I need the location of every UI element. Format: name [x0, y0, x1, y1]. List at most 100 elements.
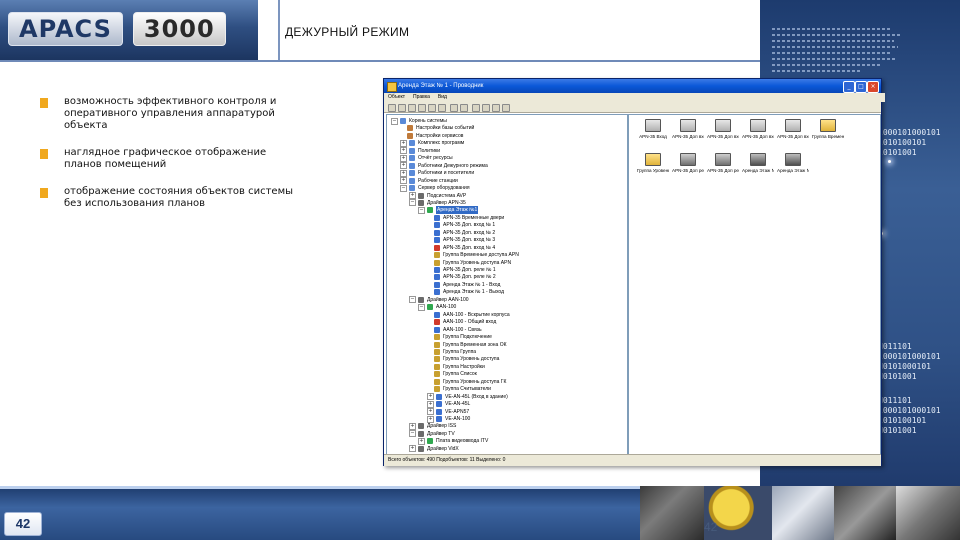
expand-icon[interactable]: +	[427, 393, 434, 401]
object-tile[interactable]: APN-35 Вход	[637, 119, 669, 139]
expand-icon[interactable]: +	[400, 162, 407, 170]
expand-icon[interactable]: +	[427, 415, 434, 423]
toolbar-view-icon[interactable]	[492, 104, 500, 112]
toolbar-find-icon[interactable]	[450, 104, 458, 112]
object-icon	[409, 170, 415, 177]
bullet-marker	[40, 188, 48, 198]
object-tile[interactable]: APN-35 Доп реле №1	[672, 153, 704, 173]
collapse-icon[interactable]: −	[409, 199, 416, 207]
object-icon	[434, 289, 440, 296]
expand-icon[interactable]: +	[400, 169, 407, 177]
binary-text-2: N011101 1000101000101 N0101000101 N01010…	[878, 342, 941, 381]
expand-icon[interactable]: +	[409, 422, 416, 430]
object-icon	[409, 147, 415, 154]
object-icon	[407, 132, 413, 139]
expand-icon[interactable]: +	[400, 154, 407, 162]
collapse-icon[interactable]: −	[418, 303, 425, 311]
object-tile-label: APN-35 Доп вход № 2	[707, 134, 739, 139]
object-icon	[434, 244, 440, 251]
logo-apacs-text: APACS	[8, 12, 123, 46]
object-tile[interactable]: APN-35 Доп вход № 3	[742, 119, 774, 139]
bullet-marker	[40, 149, 48, 159]
status-text: Всего объектов: 490 Подобъектов: 11 Выде…	[388, 457, 506, 463]
header-gap	[258, 0, 278, 60]
header-logo-area: APACS 3000	[0, 0, 258, 60]
bullet-text: отображение состояния объектов системы б…	[64, 186, 294, 209]
footer-photo-collage	[640, 486, 960, 540]
door-icon	[715, 119, 731, 132]
object-icon	[418, 445, 424, 452]
object-icon	[434, 348, 440, 355]
window-title: Аренда Этаж № 1 - Проводник	[398, 83, 484, 89]
object-tile[interactable]: APN-35 Доп вход № 4	[777, 119, 809, 139]
menu-edit[interactable]: Правка	[413, 93, 430, 102]
decor-line	[772, 70, 862, 72]
expand-icon[interactable]: +	[418, 437, 425, 445]
expand-icon[interactable]: +	[427, 408, 434, 416]
tree-item-label: Драйвер VidX	[427, 445, 459, 452]
collapse-icon[interactable]: −	[391, 117, 398, 125]
collapse-icon[interactable]: −	[409, 296, 416, 304]
expand-icon[interactable]: +	[400, 147, 407, 155]
object-icon-view[interactable]: APN-35 ВходAPN-35 Доп вход №1APN-35 Доп …	[628, 114, 881, 455]
object-icon	[418, 430, 424, 437]
collapse-icon[interactable]: −	[400, 184, 407, 192]
header-underline	[0, 60, 760, 62]
object-icon	[434, 319, 440, 326]
toolbar-back-icon[interactable]	[388, 104, 396, 112]
object-icon	[436, 393, 442, 400]
tree-item[interactable]: + Драйвер VidX	[409, 445, 459, 453]
expand-icon[interactable]: +	[400, 139, 407, 147]
toolbar-view-icon[interactable]	[502, 104, 510, 112]
toolbar-properties-icon[interactable]	[460, 104, 468, 112]
object-icon	[436, 416, 442, 422]
object-tile-label: Аренда Этаж № 1 - Выход	[777, 168, 809, 173]
object-tree[interactable]: − Корень системы Настройки базы событий Нас…	[386, 114, 628, 455]
object-icon	[434, 267, 440, 273]
sparkle	[888, 160, 891, 163]
close-button[interactable]: ×	[867, 81, 879, 93]
object-tile[interactable]: Группа Уровень	[637, 153, 669, 173]
object-tile[interactable]: APN-35 Доп реле №2	[707, 153, 739, 173]
menu-view[interactable]: Вид	[438, 93, 447, 102]
expand-icon[interactable]: +	[409, 445, 416, 453]
object-tile[interactable]: Аренда Этаж № 1 - Выход	[777, 153, 809, 173]
object-tile-label: Группа Временна	[812, 134, 844, 139]
collapse-icon[interactable]: −	[418, 206, 425, 214]
window-titlebar[interactable]: Аренда Этаж № 1 - Проводник _ □ ×	[384, 79, 881, 93]
toolbar-copy-icon[interactable]	[418, 104, 426, 112]
toolbar-view-icon[interactable]	[482, 104, 490, 112]
expand-icon[interactable]: +	[427, 400, 434, 408]
door-icon	[785, 119, 801, 132]
toolbar-delete-icon[interactable]	[438, 104, 446, 112]
object-icon	[436, 401, 442, 408]
object-icon	[409, 155, 415, 162]
expand-icon[interactable]: +	[400, 177, 407, 185]
menu-object[interactable]: Объект	[388, 93, 405, 102]
toolbar-paste-icon[interactable]	[428, 104, 436, 112]
object-tile[interactable]: APN-35 Доп вход № 2	[707, 119, 739, 139]
slide-title: ДЕЖУРНЫЙ РЕЖИМ	[285, 25, 410, 39]
object-icon	[434, 326, 440, 333]
toolbar-cut-icon[interactable]	[408, 104, 416, 112]
object-tile[interactable]: APN-35 Доп вход №1	[672, 119, 704, 139]
minimize-button[interactable]: _	[843, 81, 855, 93]
expand-icon[interactable]: +	[409, 192, 416, 199]
object-tile[interactable]: Группа Временна	[812, 119, 844, 139]
object-icon	[427, 304, 433, 311]
toolbar-edit-icon[interactable]	[398, 104, 406, 112]
bullet-list: возможность эффективного контроля и опер…	[40, 96, 340, 225]
maximize-button[interactable]: □	[855, 81, 867, 93]
binary-text-1: 1000101000101 1010100101 10101001	[878, 128, 941, 157]
toolbar-view-icon[interactable]	[472, 104, 480, 112]
collapse-icon[interactable]: −	[409, 430, 416, 438]
relay-icon	[680, 153, 696, 166]
object-tile[interactable]: Аренда Этаж № 1 - Вход	[742, 153, 774, 173]
